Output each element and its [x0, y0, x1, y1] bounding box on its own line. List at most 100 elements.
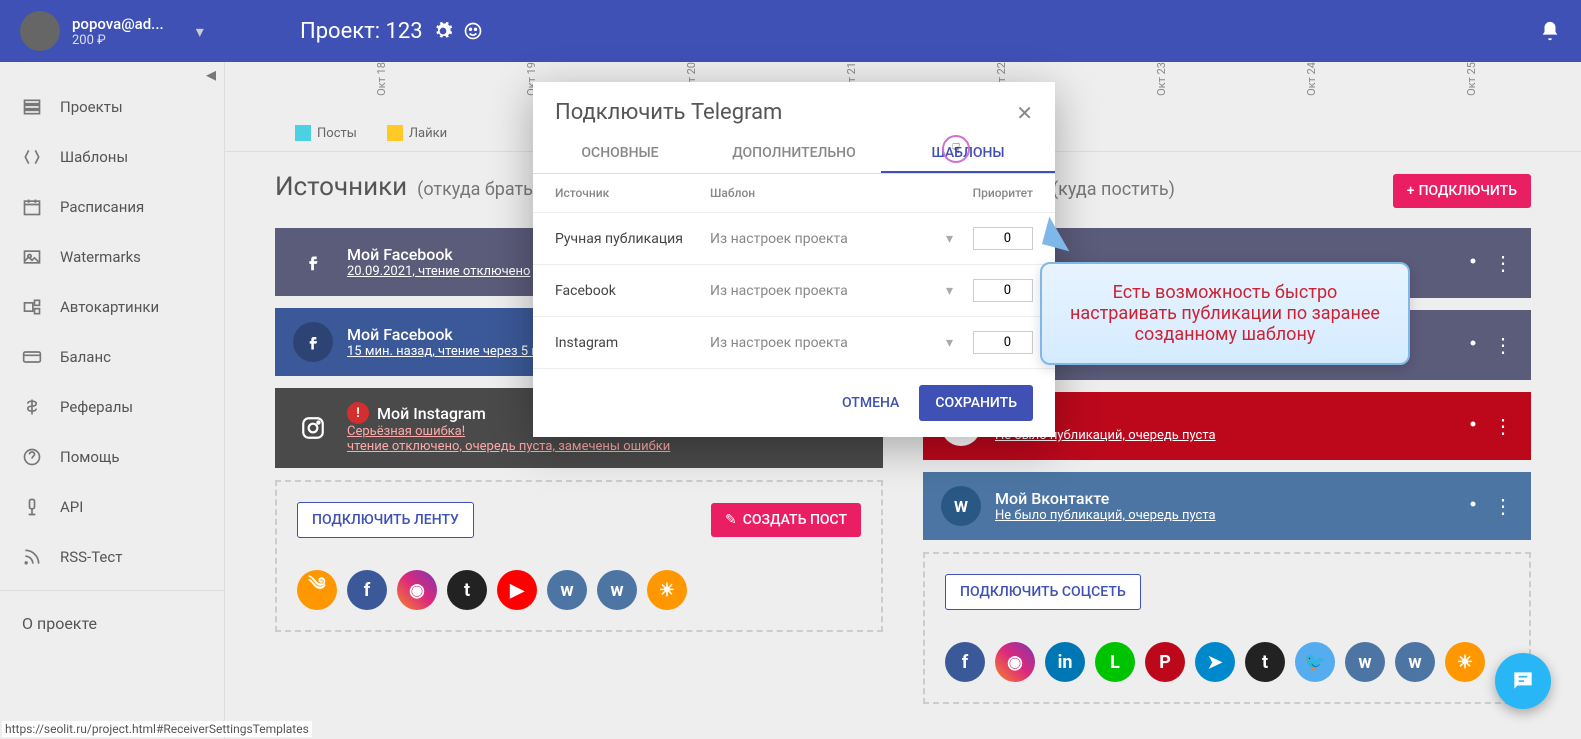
nav-schedules[interactable]: Расписания — [0, 182, 224, 232]
row-source: Ручная публикация — [555, 231, 710, 247]
project-selector[interactable]: Проект: 123 — [300, 19, 483, 44]
sources-subtitle: (откуда брать) — [417, 179, 539, 200]
card-title: Мой Вконтакте — [995, 489, 1449, 508]
more-icon[interactable]: ⋮ — [1493, 414, 1513, 438]
sources-title: Источники — [275, 172, 407, 202]
twitter-icon[interactable]: 🐦 — [1295, 642, 1335, 682]
template-select[interactable]: Из настроек проекта — [710, 335, 973, 351]
tumblr-icon[interactable]: t — [447, 570, 487, 610]
instagram-icon[interactable]: ◉ — [995, 642, 1035, 682]
telegram-icon[interactable]: ➤ — [1195, 642, 1235, 682]
user-menu[interactable]: popova@ad... 200 ₽ ▾ — [20, 11, 220, 51]
tab-main[interactable]: ОСНОВНЫЕ — [533, 135, 707, 173]
account-card[interactable]: W Мой ВконтактеНе было публикаций, очере… — [923, 472, 1531, 540]
tumblr-icon[interactable]: t — [1245, 642, 1285, 682]
nav-label: Шаблоны — [60, 148, 128, 166]
vk-icon[interactable]: w — [597, 570, 637, 610]
smiley-icon[interactable] — [463, 21, 483, 41]
source-actions-box: ПОДКЛЮЧИТЬ ЛЕНТУ ✎СОЗДАТЬ ПОСТ ༄ f ◉ t ▶… — [275, 480, 883, 632]
instagram-icon — [293, 408, 333, 448]
facebook-icon[interactable]: f — [347, 570, 387, 610]
gear-icon[interactable] — [433, 21, 453, 41]
accounts-subtitle: (куда постить) — [1052, 179, 1175, 200]
table-row: Facebook Из настроек проекта — [533, 265, 1055, 317]
connect-telegram-modal: Подключить Telegram ✕ ОСНОВНЫЕ ДОПОЛНИТЕ… — [533, 82, 1055, 437]
gear-icon[interactable] — [1463, 414, 1483, 434]
table-row: Instagram Из настроек проекта — [533, 317, 1055, 369]
project-label: Проект: 123 — [300, 19, 423, 44]
template-select[interactable]: Из настроек проекта — [710, 231, 973, 247]
more-icon[interactable]: ⋮ — [1493, 333, 1513, 357]
connect-account-button[interactable]: +ПОДКЛЮЧИТЬ — [1393, 174, 1531, 208]
pinterest-icon[interactable]: P — [1145, 642, 1185, 682]
line-icon[interactable]: L — [1095, 642, 1135, 682]
gear-icon[interactable] — [1463, 333, 1483, 353]
connect-social-button[interactable]: ПОДКЛЮЧИТЬ СОЦСЕТЬ — [945, 574, 1141, 610]
vk-icon[interactable]: w — [1345, 642, 1385, 682]
sidebar-toggle[interactable]: ◂ — [0, 62, 224, 82]
gear-icon[interactable] — [1463, 251, 1483, 271]
tab-additional[interactable]: ДОПОЛНИТЕЛЬНО — [707, 135, 881, 173]
th-priority: Приоритет — [963, 186, 1033, 200]
cancel-button[interactable]: ОТМЕНА — [842, 395, 899, 411]
card-title: Мой Instagram — [377, 404, 486, 423]
instagram-icon[interactable]: ◉ — [397, 570, 437, 610]
tick: Окт 25 — [1465, 62, 1478, 96]
close-icon[interactable]: ✕ — [1016, 101, 1033, 125]
tick: Окт 18 — [375, 62, 388, 96]
vk-icon[interactable]: w — [547, 570, 587, 610]
th-source: Источник — [555, 186, 710, 200]
nav-api[interactable]: API — [0, 482, 224, 532]
table-row: Ручная публикация Из настроек проекта — [533, 213, 1055, 265]
nav-label: Рефералы — [60, 398, 133, 416]
account-actions-box: ПОДКЛЮЧИТЬ СОЦСЕТЬ f ◉ in L P ➤ t 🐦 w w … — [923, 552, 1531, 704]
nav-help[interactable]: Помощь — [0, 432, 224, 482]
gear-icon[interactable] — [1463, 494, 1483, 514]
nav-referrals[interactable]: Рефералы — [0, 382, 224, 432]
nav-templates[interactable]: Шаблоны — [0, 132, 224, 182]
nav-autoimages[interactable]: Автокартинки — [0, 282, 224, 332]
create-post-button[interactable]: ✎СОЗДАТЬ ПОСТ — [711, 503, 861, 537]
chat-fab[interactable] — [1495, 653, 1551, 709]
save-button[interactable]: СОХРАНИТЬ — [919, 385, 1033, 421]
status-bar-url: https://seolit.ru/project.html#ReceiverS… — [2, 721, 312, 737]
nav-label: Баланс — [60, 348, 111, 366]
row-source: Facebook — [555, 283, 710, 299]
help-callout: Есть возможность быстро настраивать публ… — [1040, 262, 1410, 365]
bell-icon[interactable] — [1539, 20, 1561, 42]
priority-input[interactable] — [973, 331, 1033, 354]
nav-label: API — [60, 498, 83, 516]
more-icon[interactable]: ⋮ — [1493, 251, 1513, 275]
nav-watermarks[interactable]: Watermarks — [0, 232, 224, 282]
sidebar: ◂ Проекты Шаблоны Расписания Watermarks … — [0, 62, 225, 739]
tick: Окт 23 — [1155, 62, 1168, 96]
cursor-highlight: ☟ — [942, 135, 970, 163]
card-error: чтение отключено, очередь пуста, замечен… — [347, 439, 831, 454]
nav-label: Watermarks — [60, 248, 141, 266]
nav-projects[interactable]: Проекты — [0, 82, 224, 132]
th-template: Шаблон — [710, 186, 963, 200]
linkedin-icon[interactable]: in — [1045, 642, 1085, 682]
nav-label: Помощь — [60, 448, 120, 466]
vk-icon[interactable]: w — [1395, 642, 1435, 682]
facebook-icon[interactable]: f — [945, 642, 985, 682]
alert-icon: ! — [347, 402, 369, 424]
avatar — [20, 11, 60, 51]
ok-icon[interactable]: ☀ — [647, 570, 687, 610]
template-select[interactable]: Из настроек проекта — [710, 283, 973, 299]
vk-icon: W — [941, 486, 981, 526]
legend-likes: Лайки — [409, 126, 447, 141]
more-icon[interactable]: ⋮ — [1493, 494, 1513, 518]
tick: Окт 24 — [1305, 62, 1318, 96]
connect-feed-button[interactable]: ПОДКЛЮЧИТЬ ЛЕНТУ — [297, 502, 474, 538]
nav-about[interactable]: О проекте — [0, 599, 224, 648]
ok-icon[interactable]: ☀ — [1445, 642, 1485, 682]
card-status: Не было публикаций, очередь пуста — [995, 508, 1449, 523]
nav-rss[interactable]: RSS-Тест — [0, 532, 224, 582]
youtube-icon[interactable]: ▶ — [497, 570, 537, 610]
nav-label: Автокартинки — [60, 298, 159, 316]
legend-posts: Посты — [317, 126, 357, 141]
rss-icon[interactable]: ༄ — [297, 570, 337, 610]
nav-balance[interactable]: Баланс — [0, 332, 224, 382]
priority-input[interactable] — [973, 279, 1033, 302]
